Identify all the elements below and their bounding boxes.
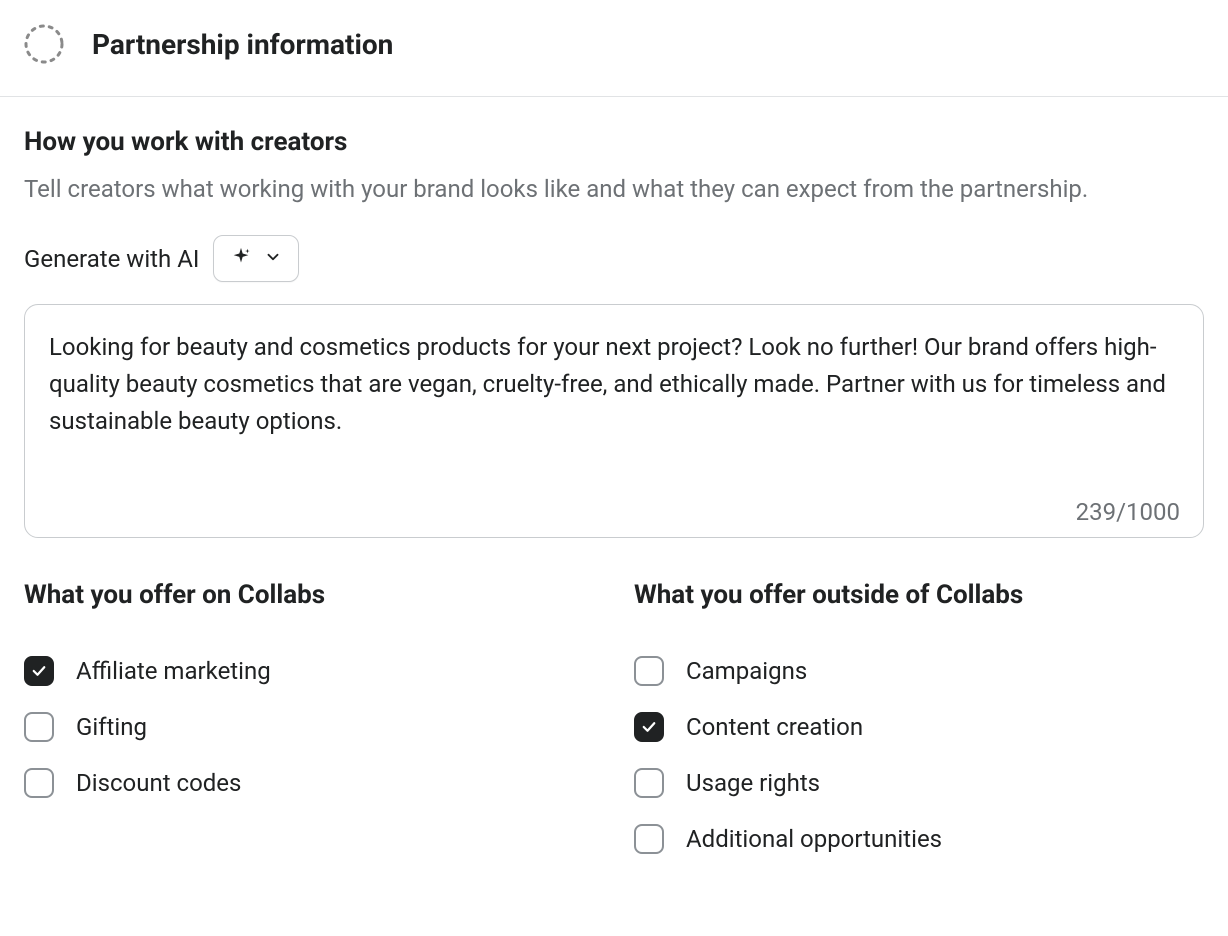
offers-outside-list: Campaigns Content creation Usage rights Add… [634,656,1204,854]
offers-outside-heading: What you offer outside of Collabs [634,580,1204,610]
offers-outside-item-row[interactable]: Campaigns [634,656,1204,686]
offers-outside-column: What you offer outside of Collabs Campai… [634,580,1204,880]
offers-outside-item-row[interactable]: Additional opportunities [634,824,1204,854]
offers-outside-item-checkbox[interactable] [634,656,664,686]
offers-outside-item-row[interactable]: Content creation [634,712,1204,742]
offers-on-column: What you offer on Collabs Affiliate mark… [24,580,594,880]
generate-label: Generate with AI [24,245,199,273]
offers-on-item-checkbox[interactable] [24,656,54,686]
chevron-down-icon [264,248,282,269]
offers-outside-item-row[interactable]: Usage rights [634,768,1204,798]
offers-on-item-label: Gifting [76,713,147,741]
generate-row: Generate with AI [24,235,1204,282]
offers-outside-item-checkbox[interactable] [634,768,664,798]
page-title: Partnership information [92,28,393,61]
status-icon [24,24,64,64]
sparkle-icon [230,246,252,271]
description-textarea-wrap: 239/1000 [24,304,1204,542]
offers-outside-item-checkbox[interactable] [634,712,664,742]
section-description: Tell creators what working with your bra… [24,171,1124,207]
offers-on-item-label: Affiliate marketing [76,657,271,685]
offers-on-item-label: Discount codes [76,769,241,797]
char-counter: 239/1000 [1076,498,1180,526]
offers-outside-item-checkbox[interactable] [634,824,664,854]
offers-on-heading: What you offer on Collabs [24,580,594,610]
offers-on-item-checkbox[interactable] [24,712,54,742]
offers-outside-item-label: Content creation [686,713,863,741]
offers-outside-item-label: Campaigns [686,657,807,685]
page-header: Partnership information [0,0,1228,97]
offers-on-item-checkbox[interactable] [24,768,54,798]
section-heading: How you work with creators [24,127,1204,157]
offers-on-item-row[interactable]: Gifting [24,712,594,742]
offers-on-list: Affiliate marketing Gifting Discount codes [24,656,594,798]
content-area: How you work with creators Tell creators… [0,97,1228,904]
offers-columns: What you offer on Collabs Affiliate mark… [24,580,1204,880]
offers-on-item-row[interactable]: Discount codes [24,768,594,798]
offers-on-item-row[interactable]: Affiliate marketing [24,656,594,686]
description-textarea[interactable] [24,304,1204,538]
generate-ai-button[interactable] [213,235,299,282]
offers-outside-item-label: Additional opportunities [686,825,942,853]
offers-outside-item-label: Usage rights [686,769,820,797]
